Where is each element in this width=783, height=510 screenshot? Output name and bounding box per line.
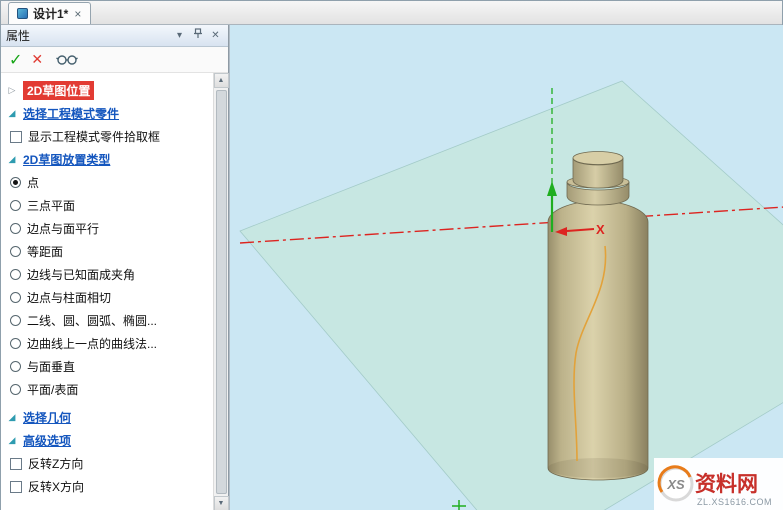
scroll-up-icon[interactable]: ▲ (213, 73, 229, 88)
radio-dot[interactable] (10, 246, 21, 257)
radio-dot[interactable] (10, 292, 21, 303)
radio-option-two-lines-circle-arc-ellipse[interactable]: 二线、圆、圆弧、椭圆... (7, 309, 208, 332)
radio-dot[interactable] (10, 338, 21, 349)
checkbox-show-pickbox[interactable]: 显示工程模式零件拾取框 (7, 125, 208, 148)
viewport-3d[interactable]: X XS 资料网 ZL.XS1616.COM (230, 25, 783, 510)
collapsed-arrow-icon[interactable]: ▷ (7, 85, 17, 96)
watermark-site-name: 资料网 (695, 473, 758, 496)
x-axis-label: X (596, 222, 605, 237)
panel-menu-icon[interactable]: ▾ (172, 29, 187, 43)
design-file-icon (17, 8, 28, 19)
radio-dot[interactable] (10, 269, 21, 280)
section-2d-sketch-position[interactable]: ▷ 2D草图位置 (7, 79, 208, 102)
watermark: XS 资料网 ZL.XS1616.COM (654, 458, 783, 510)
viewport-container: X XS 资料网 ZL.XS1616.COM (229, 25, 783, 510)
checkbox-box[interactable] (10, 457, 22, 470)
checkbox-box[interactable] (10, 130, 22, 143)
section-select-part[interactable]: ◢ 选择工程模式零件 (7, 102, 208, 125)
section-label: 2D草图放置类型 (23, 153, 111, 167)
radio-dot[interactable] (10, 384, 21, 395)
radio-option-plane-surface[interactable]: 平面/表面 (7, 378, 208, 401)
section-placement-type[interactable]: ◢ 2D草图放置类型 (7, 148, 208, 171)
bottle-body[interactable] (547, 200, 649, 481)
tab-close-icon[interactable]: × (73, 8, 82, 20)
radio-dot[interactable] (10, 200, 21, 211)
watermark-logo-text: XS (666, 477, 685, 492)
scroll-down-icon[interactable]: ▼ (213, 496, 229, 510)
panel-content: ▷ 2D草图位置 ◢ 选择工程模式零件 显示工程模式零件拾取框 ◢ 2D草图放置… (1, 73, 228, 510)
section-label: 2D草图位置 (23, 81, 95, 100)
radio-option-point[interactable]: 点 (7, 171, 208, 194)
preview-glasses-button[interactable] (56, 54, 79, 66)
expanded-arrow-icon[interactable]: ◢ (7, 435, 17, 446)
panel-toolbar: ✓ ✕ (1, 47, 228, 73)
section-label: 高级选项 (23, 434, 72, 448)
radio-option-curve-normal-at-point[interactable]: 边曲线上一点的曲线法... (7, 332, 208, 355)
ok-button[interactable]: ✓ (9, 50, 22, 70)
panel-title: 属性 (6, 29, 31, 43)
pin-icon[interactable] (190, 27, 205, 44)
radio-option-three-point-plane[interactable]: 三点平面 (7, 194, 208, 217)
radio-option-perpendicular-to-face[interactable]: 与面垂直 (7, 355, 208, 378)
radio-option-edge-point-tangent-cylinder[interactable]: 边点与柱面相切 (7, 286, 208, 309)
expanded-arrow-icon[interactable]: ◢ (7, 154, 17, 165)
section-select-geometry[interactable]: ◢ 选择几何 (7, 406, 208, 429)
radio-dot[interactable] (10, 177, 21, 188)
bottle-cap-top (572, 151, 624, 165)
watermark-site-url: ZL.XS1616.COM (697, 497, 772, 507)
expanded-arrow-icon[interactable]: ◢ (7, 108, 17, 119)
panel-close-icon[interactable]: ✕ (208, 29, 223, 43)
properties-panel: 属性 ▾ ✕ ✓ ✕ ▷ 2D草图位置 ◢ 选择工程模式零件 显示工程模式零件拾… (1, 25, 229, 510)
section-label: 选择几何 (23, 411, 72, 425)
cancel-button[interactable]: ✕ (31, 51, 43, 68)
tab-design1[interactable]: 设计1* × (8, 2, 92, 24)
radio-option-edge-angle-to-face[interactable]: 边线与已知面成夹角 (7, 263, 208, 286)
bottle-bottom-shade (548, 458, 648, 478)
radio-option-edge-point-parallel-face[interactable]: 边点与面平行 (7, 217, 208, 240)
radio-dot[interactable] (10, 361, 21, 372)
app-window: 设计1* × 属性 ▾ ✕ ✓ ✕ ▷ 2D草图位置 ◢ 选择工程模式零件 显示… (0, 0, 783, 510)
document-tab-bar: 设计1* × (1, 1, 782, 25)
radio-dot[interactable] (10, 315, 21, 326)
tab-label: 设计1* (33, 7, 69, 21)
checkbox-box[interactable] (10, 480, 22, 493)
checkbox-flip-z[interactable]: 反转Z方向 (7, 452, 208, 475)
panel-scrollbar[interactable]: ▲ ▼ (213, 73, 229, 510)
radio-dot[interactable] (10, 223, 21, 234)
checkbox-flip-x[interactable]: 反转X方向 (7, 475, 208, 498)
section-advanced-options[interactable]: ◢ 高级选项 (7, 429, 208, 452)
scrollbar-thumb[interactable] (215, 90, 227, 494)
panel-header: 属性 ▾ ✕ (1, 25, 228, 47)
section-label: 选择工程模式零件 (23, 107, 120, 121)
radio-option-offset-plane[interactable]: 等距面 (7, 240, 208, 263)
expanded-arrow-icon[interactable]: ◢ (7, 412, 17, 423)
